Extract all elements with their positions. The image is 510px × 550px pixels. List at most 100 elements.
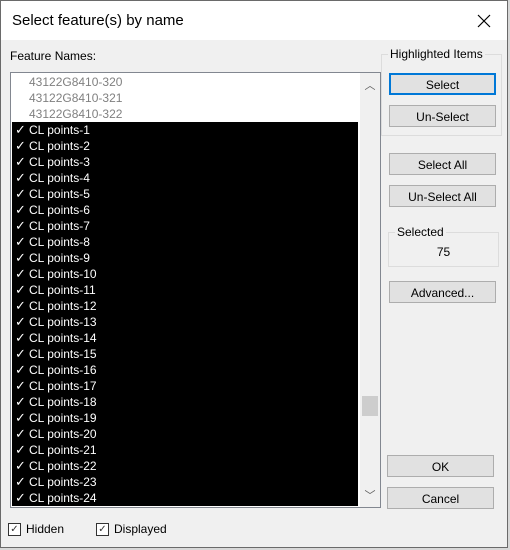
- list-item-selected[interactable]: ✓ CL points-3: [12, 154, 358, 170]
- feature-names-label: Feature Names:: [10, 49, 97, 63]
- list-item-selected[interactable]: ✓ CL points-6: [12, 202, 358, 218]
- list-item-selected[interactable]: ✓ CL points-14: [12, 330, 358, 346]
- select-button[interactable]: Select: [389, 73, 496, 95]
- list-item-label: CL points-10: [29, 267, 97, 281]
- displayed-checkbox[interactable]: ✓ Displayed: [96, 522, 167, 536]
- chevron-down-icon: ﹀: [364, 490, 376, 502]
- dialog-title: Select feature(s) by name: [12, 12, 184, 29]
- checkmark-icon: ✓: [15, 122, 26, 137]
- list-item-selected[interactable]: ✓ CL points-16: [12, 362, 358, 378]
- hidden-checkbox[interactable]: ✓ Hidden: [8, 522, 64, 536]
- list-item-label: CL points-2: [29, 139, 90, 153]
- checkmark-icon: ✓: [15, 298, 26, 313]
- hidden-check-icon[interactable]: ✓: [8, 522, 21, 536]
- ok-button[interactable]: OK: [387, 455, 494, 477]
- checkmark-icon: ✓: [15, 250, 26, 265]
- checkmark-icon: ✓: [15, 218, 26, 233]
- list-item-label: CL points-15: [29, 347, 97, 361]
- scroll-up-button[interactable]: ︿: [360, 75, 380, 95]
- list-item-label: CL points-1: [29, 123, 90, 137]
- displayed-label: Displayed: [114, 522, 167, 536]
- unselect-all-button[interactable]: Un-Select All: [389, 185, 496, 207]
- hidden-label: Hidden: [26, 522, 65, 536]
- list-item-label: CL points-18: [29, 395, 97, 409]
- list-item-selected[interactable]: ✓ CL points-12: [12, 298, 358, 314]
- list-item-label: CL points-19: [29, 411, 97, 425]
- advanced-button[interactable]: Advanced...: [389, 281, 496, 303]
- list-item-label: CL points-7: [29, 219, 90, 233]
- checkmark-icon: ✓: [15, 442, 26, 457]
- selected-label: Selected: [395, 225, 446, 239]
- list-item-label: CL points-9: [29, 251, 90, 265]
- list-item-selected[interactable]: ✓ CL points-15: [12, 346, 358, 362]
- list-item-selected[interactable]: ✓ CL points-13: [12, 314, 358, 330]
- feature-names-listbox[interactable]: 43122G8410-320 43122G8410-321 43122G8410-3…: [10, 72, 381, 508]
- list-item-selected[interactable]: ✓ CL points-19: [12, 410, 358, 426]
- list-rows: 43122G8410-320 43122G8410-321 43122G8410-3…: [12, 74, 358, 506]
- list-item-selected[interactable]: ✓ CL points-24: [12, 490, 358, 506]
- list-item[interactable]: 43122G8410-321: [12, 90, 358, 106]
- list-item-label: CL points-16: [29, 363, 97, 377]
- list-item-selected[interactable]: ✓ CL points-1: [12, 122, 358, 138]
- list-item-label: CL points-8: [29, 235, 90, 249]
- list-item-selected[interactable]: ✓ CL points-23: [12, 474, 358, 490]
- checkmark-icon: ✓: [15, 394, 26, 409]
- list-item[interactable]: 43122G8410-322: [12, 106, 358, 122]
- list-item-label: CL points-21: [29, 443, 97, 457]
- close-icon: [477, 14, 491, 27]
- checkmark-icon: ✓: [15, 426, 26, 441]
- list-item-selected[interactable]: ✓ CL points-9: [12, 250, 358, 266]
- list-item-selected[interactable]: ✓ CL points-21: [12, 442, 358, 458]
- unselect-button[interactable]: Un-Select: [389, 105, 496, 127]
- checkmark-icon: ✓: [15, 330, 26, 345]
- checkmark-icon: ✓: [15, 346, 26, 361]
- displayed-check-icon[interactable]: ✓: [96, 522, 109, 536]
- list-item-selected[interactable]: ✓ CL points-10: [12, 266, 358, 282]
- checkmark-icon: ✓: [15, 266, 26, 281]
- checkmark-icon: ✓: [15, 202, 26, 217]
- title-bar: Select feature(s) by name: [1, 1, 507, 40]
- checkmark-icon: ✓: [15, 282, 26, 297]
- list-item-selected[interactable]: ✓ CL points-4: [12, 170, 358, 186]
- checkmark-icon: ✓: [15, 138, 26, 153]
- checkmark-icon: ✓: [15, 490, 26, 505]
- checkmark-icon: ✓: [15, 378, 26, 393]
- checkmark-icon: ✓: [15, 154, 26, 169]
- cancel-button[interactable]: Cancel: [387, 487, 494, 509]
- list-item-label: CL points-12: [29, 299, 97, 313]
- checkmark-icon: ✓: [15, 186, 26, 201]
- list-item-label: CL points-11: [29, 283, 96, 297]
- list-item-selected[interactable]: ✓ CL points-11: [12, 282, 358, 298]
- chevron-up-icon: ︿: [364, 80, 376, 92]
- list-item-label: CL points-3: [29, 155, 90, 169]
- list-item-selected[interactable]: ✓ CL points-8: [12, 234, 358, 250]
- list-item-selected[interactable]: ✓ CL points-5: [12, 186, 358, 202]
- list-item-label: CL points-13: [29, 315, 97, 329]
- scroll-down-button[interactable]: ﹀: [360, 485, 380, 505]
- list-item-selected[interactable]: ✓ CL points-2: [12, 138, 358, 154]
- list-item-label: CL points-17: [29, 379, 97, 393]
- select-all-button[interactable]: Select All: [389, 153, 496, 175]
- list-item-label: CL points-5: [29, 187, 90, 201]
- checkmark-icon: ✓: [15, 170, 26, 185]
- checkmark-icon: ✓: [15, 474, 26, 489]
- list-item-label: CL points-14: [29, 331, 97, 345]
- selected-count: 75: [436, 245, 451, 259]
- list-item-selected[interactable]: ✓ CL points-7: [12, 218, 358, 234]
- scroll-thumb[interactable]: [362, 396, 378, 416]
- checkmark-icon: ✓: [15, 314, 26, 329]
- list-item[interactable]: 43122G8410-320: [12, 74, 358, 90]
- list-item-selected[interactable]: ✓ CL points-18: [12, 394, 358, 410]
- close-button[interactable]: [461, 1, 507, 40]
- list-item-selected[interactable]: ✓ CL points-17: [12, 378, 358, 394]
- selected-count-group: Selected 75: [388, 225, 499, 267]
- highlighted-items-label: Highlighted Items: [388, 47, 485, 61]
- list-item-label: CL points-24: [29, 491, 97, 505]
- select-features-dialog: Select feature(s) by name Feature Names:…: [0, 0, 508, 548]
- list-item-selected[interactable]: ✓ CL points-20: [12, 426, 358, 442]
- list-item-selected[interactable]: ✓ CL points-22: [12, 458, 358, 474]
- list-item-label: CL points-20: [29, 427, 97, 441]
- vertical-scrollbar[interactable]: ︿ ﹀: [360, 73, 380, 507]
- list-item-label: CL points-22: [29, 459, 97, 473]
- checkmark-icon: ✓: [15, 362, 26, 377]
